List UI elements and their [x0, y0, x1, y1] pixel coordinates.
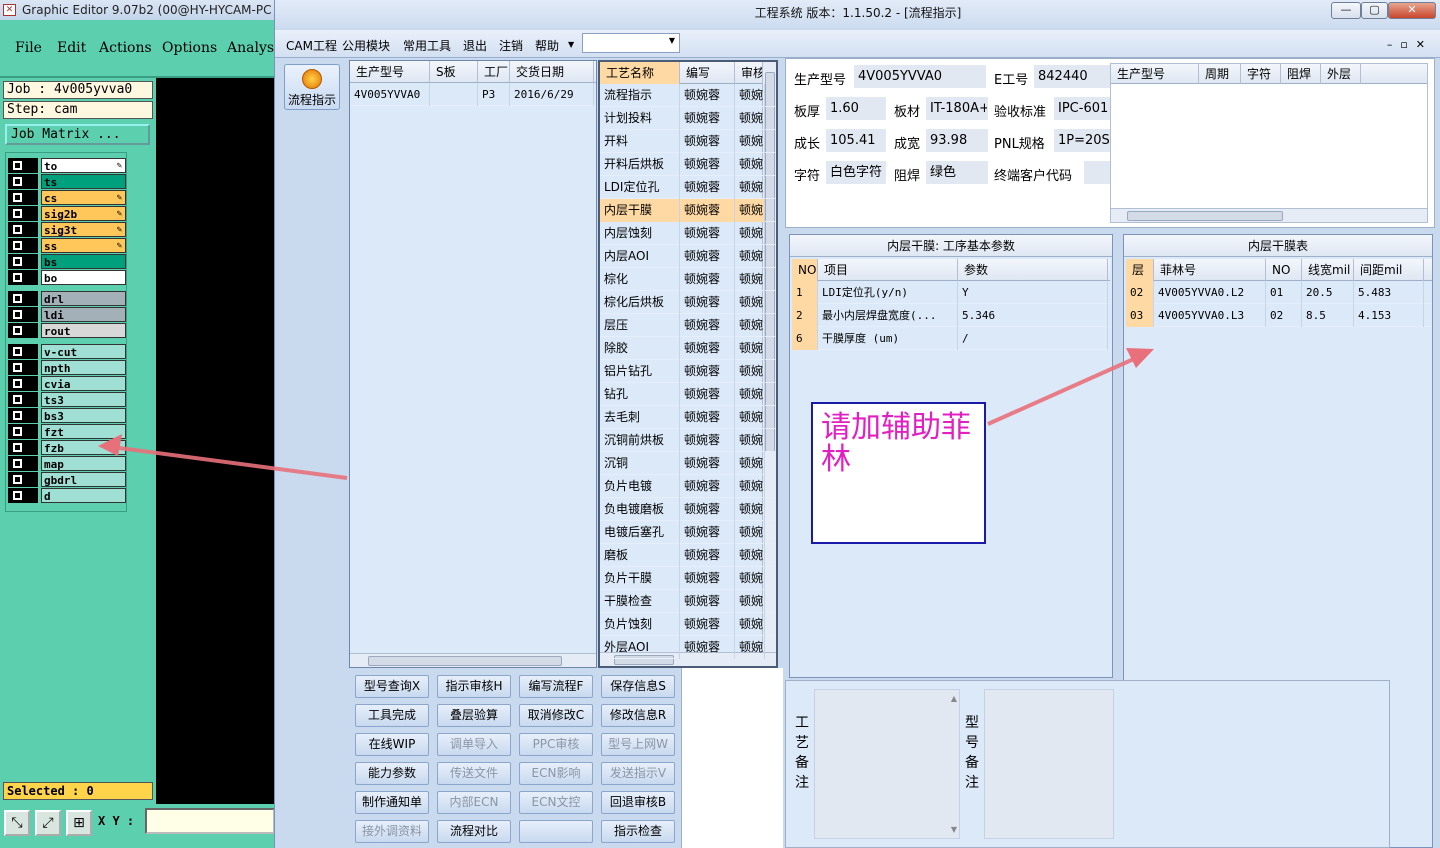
annotation-arrows [98, 348, 1154, 480]
arrowhead-right-icon [1126, 348, 1154, 368]
arrowhead-left-icon [98, 434, 122, 456]
arrow-to-layer-fzb [111, 445, 348, 480]
arrow-to-film-table [987, 356, 1137, 426]
